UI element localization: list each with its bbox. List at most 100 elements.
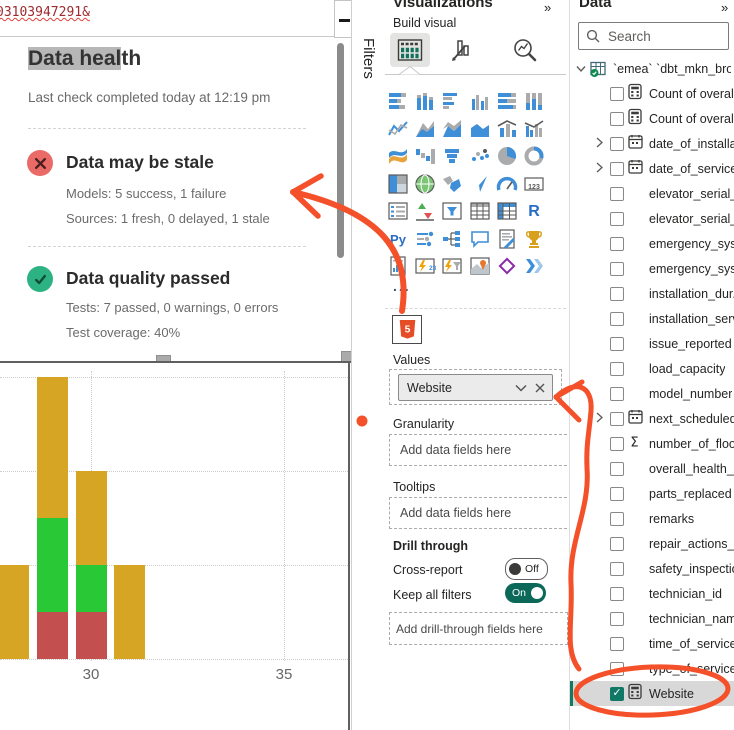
q-and-a-icon[interactable] — [469, 228, 491, 250]
field-checkbox[interactable] — [610, 312, 624, 326]
stacked-column-chart-visual[interactable]: 3035 — [0, 361, 351, 730]
more-visuals-ellipsis[interactable]: ... — [393, 278, 411, 294]
field-checkbox[interactable] — [610, 262, 624, 276]
bar-segment-green[interactable] — [37, 518, 68, 612]
field-row-emergency_syst[interactable]: emergency_syst... — [570, 231, 734, 256]
smart-narrative-icon[interactable] — [496, 228, 518, 250]
field-row-countofoveral[interactable]: Count of overal... — [570, 81, 734, 106]
donut-chart-icon[interactable] — [523, 145, 545, 167]
field-row-elevator_serial_[interactable]: elevator_serial_... — [570, 206, 734, 231]
cross-report-toggle[interactable]: Off — [505, 558, 548, 580]
power-automate-filter-icon[interactable] — [441, 255, 463, 277]
field-checkbox[interactable]: ✓ — [610, 687, 624, 701]
stacked-area-chart-icon[interactable] — [441, 118, 463, 140]
azure-map-icon[interactable] — [469, 173, 491, 195]
field-checkbox[interactable] — [610, 87, 624, 101]
kpi-icon[interactable] — [414, 200, 436, 222]
area-chart-icon[interactable] — [414, 118, 436, 140]
field-row-safety_inspectio[interactable]: safety_inspectio... — [570, 556, 734, 581]
tab-analytics[interactable] — [505, 33, 545, 67]
clustered-column-chart-icon[interactable] — [469, 90, 491, 112]
expand-chevron-icon[interactable] — [596, 160, 603, 178]
bar-segment-gold[interactable] — [37, 377, 68, 518]
field-row-next_scheduled[interactable]: next_scheduled... — [570, 406, 734, 431]
card-icon[interactable]: 123 — [523, 173, 545, 195]
table-icon[interactable] — [469, 200, 491, 222]
waterfall-chart-icon[interactable] — [414, 145, 436, 167]
field-row-type_of_service[interactable]: type_of_service — [570, 656, 734, 681]
field-row-technician_name[interactable]: technician_name — [570, 606, 734, 631]
arcgis-map-icon[interactable] — [469, 255, 491, 277]
field-row-overall_health_c[interactable]: overall_health_c... — [570, 456, 734, 481]
stacked-bar-chart-icon[interactable] — [387, 90, 409, 112]
field-row-date_of_service[interactable]: date_of_service — [570, 156, 734, 181]
bar-segment-gold[interactable] — [76, 471, 107, 565]
bar-segment-gold[interactable] — [0, 565, 29, 659]
html-content-visual-icon[interactable]: 5 — [392, 315, 422, 344]
field-row-elevator_serial_[interactable]: elevator_serial_... — [570, 181, 734, 206]
key-influencers-icon[interactable] — [414, 228, 436, 250]
clustered-bar-chart-icon[interactable] — [441, 90, 463, 112]
field-row-model_number[interactable]: model_number — [570, 381, 734, 406]
tooltips-field-well[interactable]: Add data fields here — [389, 497, 572, 529]
search-input[interactable] — [606, 28, 728, 45]
line-and-clustered-column-chart-icon[interactable] — [523, 118, 545, 140]
multi-row-card-icon[interactable] — [387, 200, 409, 222]
paginated-report-icon[interactable] — [387, 255, 409, 277]
field-row-parts_replaced[interactable]: parts_replaced — [570, 481, 734, 506]
url-fragment-text[interactable]: 03103947291& — [0, 5, 90, 20]
bar-segment-gold[interactable] — [114, 565, 145, 659]
field-checkbox[interactable] — [610, 562, 624, 576]
website-field-pill[interactable]: Website — [398, 374, 553, 401]
power-automate-icon[interactable] — [523, 255, 545, 277]
scatter-chart-icon[interactable] — [469, 145, 491, 167]
expand-chevron-icon[interactable] — [596, 410, 603, 428]
field-checkbox[interactable] — [610, 187, 624, 201]
tab-format-visual[interactable] — [441, 33, 481, 67]
filled-map-icon[interactable] — [441, 173, 463, 195]
field-row-emergency_syst[interactable]: emergency_syst... — [570, 256, 734, 281]
field-checkbox[interactable] — [610, 587, 624, 601]
field-row-installation_dur[interactable]: installation_dur... — [570, 281, 734, 306]
field-row-number_of_floo[interactable]: Σnumber_of_floo... — [570, 431, 734, 456]
field-row-remarks[interactable]: remarks — [570, 506, 734, 531]
chevron-down-icon[interactable] — [576, 65, 586, 72]
field-row-load_capacity[interactable]: load_capacity — [570, 356, 734, 381]
card-scrollbar[interactable] — [337, 43, 344, 258]
power-apps-123-icon[interactable]: 23 — [414, 255, 436, 277]
table-row-emea[interactable]: `emea` `dbt_mkn_bron... — [570, 56, 734, 81]
field-checkbox[interactable] — [610, 537, 624, 551]
matrix-icon[interactable] — [496, 200, 518, 222]
python-visual-icon[interactable]: Py — [387, 228, 409, 250]
search-box[interactable] — [578, 22, 729, 50]
gauge-icon[interactable] — [496, 173, 518, 195]
field-row-issue_reported[interactable]: issue_reported — [570, 331, 734, 356]
expand-chevron-icon[interactable] — [596, 135, 603, 153]
field-row-technician_id[interactable]: technician_id — [570, 581, 734, 606]
drill-through-field-well[interactable]: Add drill-through fields here — [389, 612, 568, 645]
100-stacked-column-chart-icon[interactable] — [523, 90, 545, 112]
field-row-repair_actions_t[interactable]: repair_actions_t... — [570, 531, 734, 556]
field-checkbox[interactable] — [610, 112, 624, 126]
field-checkbox[interactable] — [610, 637, 624, 651]
bar-segment-red[interactable] — [37, 612, 68, 659]
field-row-date_of_installa[interactable]: date_of_installa... — [570, 131, 734, 156]
field-checkbox[interactable] — [610, 462, 624, 476]
field-row-time_of_service[interactable]: time_of_service — [570, 631, 734, 656]
field-checkbox[interactable] — [610, 337, 624, 351]
100-stacked-area-chart-icon[interactable] — [469, 118, 491, 140]
values-field-well[interactable]: Website — [389, 369, 562, 405]
field-checkbox[interactable] — [610, 437, 624, 451]
100-stacked-bar-chart-icon[interactable] — [496, 90, 518, 112]
chevron-down-icon[interactable] — [515, 384, 527, 392]
granularity-field-well[interactable]: Add data fields here — [389, 434, 572, 466]
field-checkbox[interactable] — [610, 487, 624, 501]
bar-segment-red[interactable] — [76, 612, 107, 659]
line-and-stacked-column-chart-icon[interactable] — [496, 118, 518, 140]
field-checkbox[interactable] — [610, 412, 624, 426]
r-script-visual-icon[interactable]: R — [523, 200, 545, 222]
decomposition-tree-icon[interactable] — [441, 228, 463, 250]
field-row-website[interactable]: ✓Website — [570, 681, 734, 706]
funnel-chart-icon[interactable] — [441, 145, 463, 167]
slicer-icon[interactable] — [441, 200, 463, 222]
